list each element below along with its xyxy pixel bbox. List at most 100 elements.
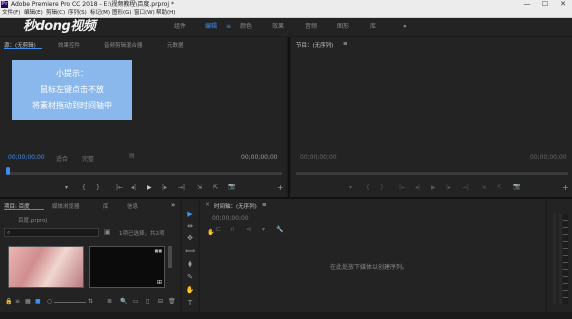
- trash-icon[interactable]: 🗑: [168, 298, 176, 305]
- timeline-close-icon[interactable]: ×: [205, 201, 210, 208]
- list-view-icon[interactable]: ≡: [15, 298, 20, 305]
- menu-file[interactable]: 文件(F): [2, 9, 20, 18]
- menu-clip[interactable]: 剪辑(C): [46, 9, 65, 18]
- workspace-tab-audio[interactable]: 音频: [305, 18, 317, 36]
- program-go-to-out-icon[interactable]: →|: [462, 184, 469, 191]
- program-mark-in-icon[interactable]: {: [366, 184, 370, 191]
- mark-in-icon[interactable]: {: [82, 184, 86, 191]
- workspace-tab-graphics[interactable]: 图形: [337, 18, 349, 36]
- add-marker-timeline-icon[interactable]: ▾: [262, 226, 265, 233]
- workspace-tab-assembly[interactable]: 组件: [174, 18, 186, 36]
- new-bin-search-icon[interactable]: ▣: [104, 228, 111, 236]
- workspace-tab-color[interactable]: 颜色: [240, 18, 252, 36]
- workspace-overflow-icon[interactable]: »: [403, 18, 407, 36]
- tab-effect-controls[interactable]: 效果控件: [58, 41, 80, 49]
- program-add-marker-icon[interactable]: ▾: [349, 184, 352, 191]
- program-menu-icon[interactable]: ≡: [343, 41, 348, 47]
- project-overflow-icon[interactable]: »: [171, 201, 175, 209]
- media-thumbnail-2[interactable]: ■■ ⊞: [89, 246, 165, 288]
- project-scrollbar[interactable]: [168, 246, 172, 268]
- program-export-frame-icon[interactable]: 📷: [513, 183, 520, 190]
- horizontal-divider[interactable]: [0, 197, 572, 199]
- program-add-button-icon[interactable]: +: [562, 183, 569, 192]
- search-input[interactable]: ⌕: [4, 228, 99, 237]
- add-marker-icon[interactable]: ▾: [65, 184, 68, 191]
- icon-view-icon[interactable]: ▦: [25, 298, 31, 305]
- menu-window[interactable]: 窗口(W): [134, 9, 155, 18]
- tab-media-browser[interactable]: 媒体浏览器: [52, 202, 80, 210]
- zoom-slider-handle-icon[interactable]: ○: [47, 298, 52, 305]
- menu-sequence[interactable]: 序列(S): [68, 9, 87, 18]
- tab-libraries[interactable]: 库: [103, 202, 109, 210]
- tab-metadata[interactable]: 元数据: [167, 41, 184, 49]
- menu-help[interactable]: 帮助(H): [156, 9, 175, 18]
- step-back-icon[interactable]: ◂|: [131, 184, 136, 191]
- media-thumbnail-1[interactable]: [8, 246, 84, 288]
- selection-tool-icon[interactable]: ▶: [185, 209, 195, 219]
- nest-icon[interactable]: ⊏: [216, 226, 221, 233]
- program-step-back-icon[interactable]: ◂|: [415, 184, 420, 191]
- track-select-tool-icon[interactable]: ⇹: [185, 221, 195, 231]
- monitor-divider[interactable]: [288, 37, 290, 197]
- new-item-icon[interactable]: ▯: [146, 298, 149, 305]
- type-tool-icon[interactable]: T: [185, 298, 195, 308]
- menu-bar: 文件(F) 编辑(E) 剪辑(C) 序列(S) 标记(M) 图形(G) 窗口(W…: [0, 9, 572, 18]
- tab-program[interactable]: 节目：(无序列): [296, 41, 333, 49]
- program-time-ruler[interactable]: [296, 172, 568, 175]
- workspace-tab-editing[interactable]: 编辑: [205, 18, 217, 36]
- workspace-tab-effects[interactable]: 效果: [272, 18, 284, 36]
- pen-tool-icon[interactable]: ✎: [185, 272, 195, 282]
- tab-audio-clip-mixer[interactable]: 音频剪辑混合器: [104, 41, 143, 49]
- hand-tool-icon[interactable]: ✋: [185, 285, 195, 295]
- lift-icon[interactable]: ⇲: [481, 184, 486, 191]
- tip-overlay: 小提示： 鼠标左键点击不放 将素材拖动到时间轴中: [12, 60, 132, 120]
- go-to-out-icon[interactable]: →|: [178, 184, 185, 191]
- program-mark-out-icon[interactable]: }: [380, 184, 384, 191]
- sort-icon[interactable]: ⇅: [88, 298, 93, 305]
- source-timecode[interactable]: 00;00;00;00: [8, 154, 45, 161]
- zoom-slider[interactable]: [54, 302, 86, 303]
- source-resolution-select[interactable]: 完整: [82, 154, 94, 163]
- freeform-view-icon[interactable]: ■: [35, 298, 41, 305]
- menu-graphics[interactable]: 图形(G): [112, 9, 132, 18]
- find-icon[interactable]: 🔍: [120, 298, 127, 305]
- workspace-menu-icon[interactable]: ≡: [226, 18, 231, 36]
- program-go-to-in-icon[interactable]: |←: [399, 184, 406, 191]
- tab-info[interactable]: 信息: [127, 202, 138, 210]
- snap-icon[interactable]: ∩: [230, 226, 234, 233]
- play-icon[interactable]: ▶: [147, 184, 152, 191]
- maximize-button[interactable]: ☐: [536, 0, 554, 9]
- insert-icon[interactable]: ⇲: [197, 184, 202, 191]
- lock-icon[interactable]: 🔒: [5, 298, 12, 305]
- workspace-tab-libraries[interactable]: 库: [370, 18, 376, 36]
- new-bin-icon[interactable]: ▭: [133, 298, 139, 305]
- overwrite-icon[interactable]: ⇱: [213, 184, 218, 191]
- go-to-in-icon[interactable]: |←: [116, 184, 123, 191]
- tab-timeline[interactable]: 时间轴：(无序列): [214, 202, 257, 210]
- menu-marker[interactable]: 标记(M): [90, 9, 110, 18]
- step-forward-icon[interactable]: |▸: [162, 184, 167, 191]
- source-time-ruler[interactable]: [8, 172, 282, 175]
- automate-to-sequence-icon[interactable]: ≣: [107, 298, 112, 305]
- source-playhead[interactable]: [6, 167, 10, 175]
- razor-tool-icon[interactable]: ⟺: [185, 246, 195, 256]
- mark-out-icon[interactable]: }: [96, 184, 100, 191]
- wrench-icon[interactable]: 🔧: [276, 226, 283, 233]
- program-step-forward-icon[interactable]: |▸: [446, 184, 451, 191]
- extract-icon[interactable]: ⇱: [497, 184, 502, 191]
- clear-icon[interactable]: ⊟: [158, 298, 163, 305]
- timeline-timecode[interactable]: 00;00;00;00: [212, 215, 249, 222]
- slip-tool-icon[interactable]: ⧫: [185, 259, 195, 269]
- program-timecode[interactable]: 00;00;00;00: [300, 154, 337, 161]
- linked-selection-icon[interactable]: ⊲: [246, 226, 251, 233]
- program-play-icon[interactable]: ▶: [431, 184, 436, 191]
- timeline-menu-icon[interactable]: ≡: [262, 202, 267, 208]
- ripple-edit-tool-icon[interactable]: ✥: [185, 233, 195, 243]
- export-frame-icon[interactable]: 📷: [228, 183, 235, 190]
- menu-edit[interactable]: 编辑(E): [24, 9, 43, 18]
- add-button-icon[interactable]: +: [277, 183, 284, 192]
- close-button[interactable]: ✕: [554, 0, 572, 9]
- settings-icon[interactable]: ▤: [129, 152, 135, 159]
- minimize-button[interactable]: —: [518, 0, 536, 9]
- source-fit-select[interactable]: 适合: [56, 154, 68, 163]
